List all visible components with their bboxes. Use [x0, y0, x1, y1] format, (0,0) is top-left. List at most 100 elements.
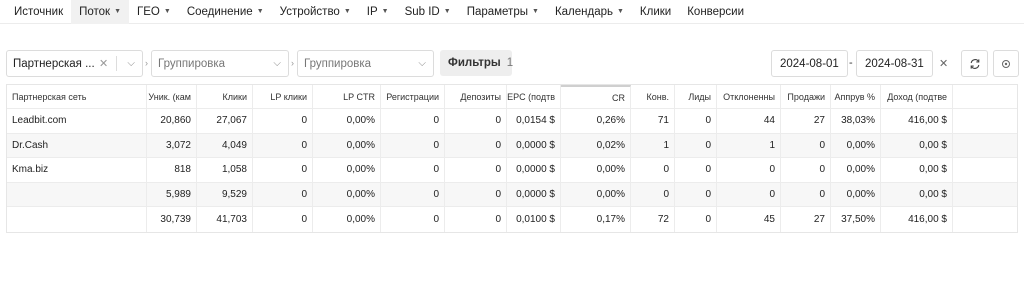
table-filler: [953, 183, 1017, 207]
table-cell: 0: [253, 182, 313, 206]
refresh-button[interactable]: [961, 50, 988, 77]
stats-table: Партнерская сеть Уник. (кам Клики LP кли…: [6, 84, 1018, 233]
column-header[interactable]: Депозиты: [445, 85, 507, 108]
table-cell: 27,067: [197, 109, 253, 133]
column-header[interactable]: LP CTR: [313, 85, 381, 108]
table-cell: 0,00%: [561, 158, 631, 182]
nav-tab-label: IP: [366, 5, 378, 18]
table-cell: 0: [781, 158, 831, 182]
table-cell: 0: [675, 158, 717, 182]
table-total-row: 30,739 41,703 0 0,00% 0 0 0,0100 $0,17% 72 0 45 27…: [7, 207, 1017, 232]
clear-icon[interactable]: ✕: [99, 57, 108, 70]
table-cell: 0,00%: [313, 109, 381, 133]
table-cell: [7, 207, 147, 232]
grouping-select-secondary[interactable]: Группировка ⌵: [151, 50, 289, 77]
column-header[interactable]: Аппрув %: [831, 85, 881, 108]
table-filler: [953, 85, 1017, 108]
table-cell: 0,00%: [313, 207, 381, 232]
table-cell: 0,00 $: [881, 182, 953, 206]
grouping-select-primary[interactable]: Партнерская ... ✕ ⌵: [6, 50, 143, 77]
table-row: Dr.Cash 3,072 4,049 0 0,00% 0 0 0,0000 $0,02% 1 0…: [7, 133, 1017, 158]
filters-button[interactable]: Фильтры 1: [440, 50, 514, 76]
table-cell: 0,00%: [561, 182, 631, 206]
table-cell: 0: [631, 182, 675, 206]
caret-down-icon: ▼: [163, 8, 171, 15]
nav-tab-clicks[interactable]: Клики: [632, 0, 679, 24]
grouping-value: Партнерская ...: [13, 57, 95, 70]
nav-tab-ip[interactable]: IP ▼: [359, 0, 397, 24]
table-cell: 0,00 $: [881, 158, 953, 182]
table-cell: 0,00%: [831, 133, 881, 157]
column-header[interactable]: Конв.: [631, 85, 675, 108]
column-header[interactable]: Доход (подтве: [881, 85, 953, 108]
table-cell: 0: [381, 133, 445, 157]
table-cell: 41,703: [197, 207, 253, 232]
table-cell: 0: [675, 109, 717, 133]
nav-tab-conversions[interactable]: Конверсии: [679, 0, 752, 24]
column-header[interactable]: LP клики: [253, 85, 313, 108]
column-header[interactable]: Продажи: [781, 85, 831, 108]
column-header[interactable]: Отклоненны: [717, 85, 781, 108]
table-cell: 0: [445, 182, 507, 206]
table-cell: 0: [781, 182, 831, 206]
nav-tab-source[interactable]: Источник: [6, 0, 71, 24]
table-cell: 0,0000 $: [507, 133, 561, 157]
nav-tab-device[interactable]: Устройство ▼: [272, 0, 359, 24]
table-cell: 0: [717, 182, 781, 206]
table-cell: [7, 182, 147, 206]
caret-down-icon: ▼: [256, 8, 264, 15]
table-filler: [953, 109, 1017, 133]
caret-down-icon: ▼: [532, 8, 539, 15]
date-to-input[interactable]: 2024-08-31: [856, 50, 933, 77]
nav-tab-subid[interactable]: Sub ID ▼: [397, 0, 459, 24]
caret-down-icon: ▼: [343, 8, 351, 15]
date-from-input[interactable]: 2024-08-01: [771, 50, 848, 77]
column-header[interactable]: Партнерская сеть: [7, 85, 147, 108]
clear-dates-icon[interactable]: ✕: [939, 57, 948, 70]
table-cell: 0: [445, 158, 507, 182]
table-cell: 0,0154 $: [507, 109, 561, 133]
caret-down-icon: ▼: [443, 8, 451, 15]
table-cell: 0: [675, 207, 717, 232]
chevron-down-icon: ⌵: [273, 58, 281, 69]
nav-tab-connection[interactable]: Соединение ▼: [179, 0, 272, 24]
column-header[interactable]: CR: [561, 85, 631, 108]
table-cell: 0: [717, 158, 781, 182]
table-cell: 0: [445, 207, 507, 232]
nav-tab-parameters[interactable]: Параметры ▼: [459, 0, 547, 24]
table-cell: 0: [631, 158, 675, 182]
table-filler: [953, 158, 1017, 182]
nav-tab-geo[interactable]: ГЕО ▼: [129, 0, 179, 24]
table-cell: 1,058: [197, 158, 253, 182]
column-header[interactable]: Регистрации: [381, 85, 445, 108]
column-header[interactable]: EPC (подтв: [507, 85, 561, 108]
filters-count-badge: 1: [506, 57, 514, 69]
column-header[interactable]: Уник. (кам: [147, 85, 197, 108]
chevron-down-icon: ⌵: [127, 58, 135, 69]
nav-tab-label: Календарь: [554, 5, 613, 18]
column-header[interactable]: Клики: [197, 85, 253, 108]
nav-tab-flow[interactable]: Поток ▼: [71, 0, 130, 24]
caret-down-icon: ▼: [616, 8, 624, 15]
nav-tab-label: Параметры: [466, 5, 528, 18]
table-cell: 37,50%: [831, 207, 881, 232]
table-cell: 72: [631, 207, 675, 232]
table-cell: 0: [381, 207, 445, 232]
table-cell: 4,049: [197, 133, 253, 157]
table-cell: 44: [717, 109, 781, 133]
refresh-icon: [970, 58, 979, 69]
grouping-placeholder: Группировка: [304, 57, 372, 70]
table-cell: Kma.biz: [7, 158, 147, 182]
table-cell: 0: [253, 133, 313, 157]
grouping-select-tertiary[interactable]: Группировка ⌵: [297, 50, 434, 77]
table-cell: 0: [381, 158, 445, 182]
nav-tab-label: Источник: [14, 5, 64, 18]
nav-tab-label: Конверсии: [687, 5, 745, 18]
table-cell: 0: [675, 182, 717, 206]
settings-button[interactable]: [993, 50, 1019, 77]
nav-tab-calendar[interactable]: Календарь ▼: [547, 0, 632, 24]
table-cell: 27: [781, 207, 831, 232]
column-header[interactable]: Лиды: [675, 85, 717, 108]
table-cell: 5,989: [147, 182, 197, 206]
chevron-down-icon: ⌵: [418, 58, 426, 69]
